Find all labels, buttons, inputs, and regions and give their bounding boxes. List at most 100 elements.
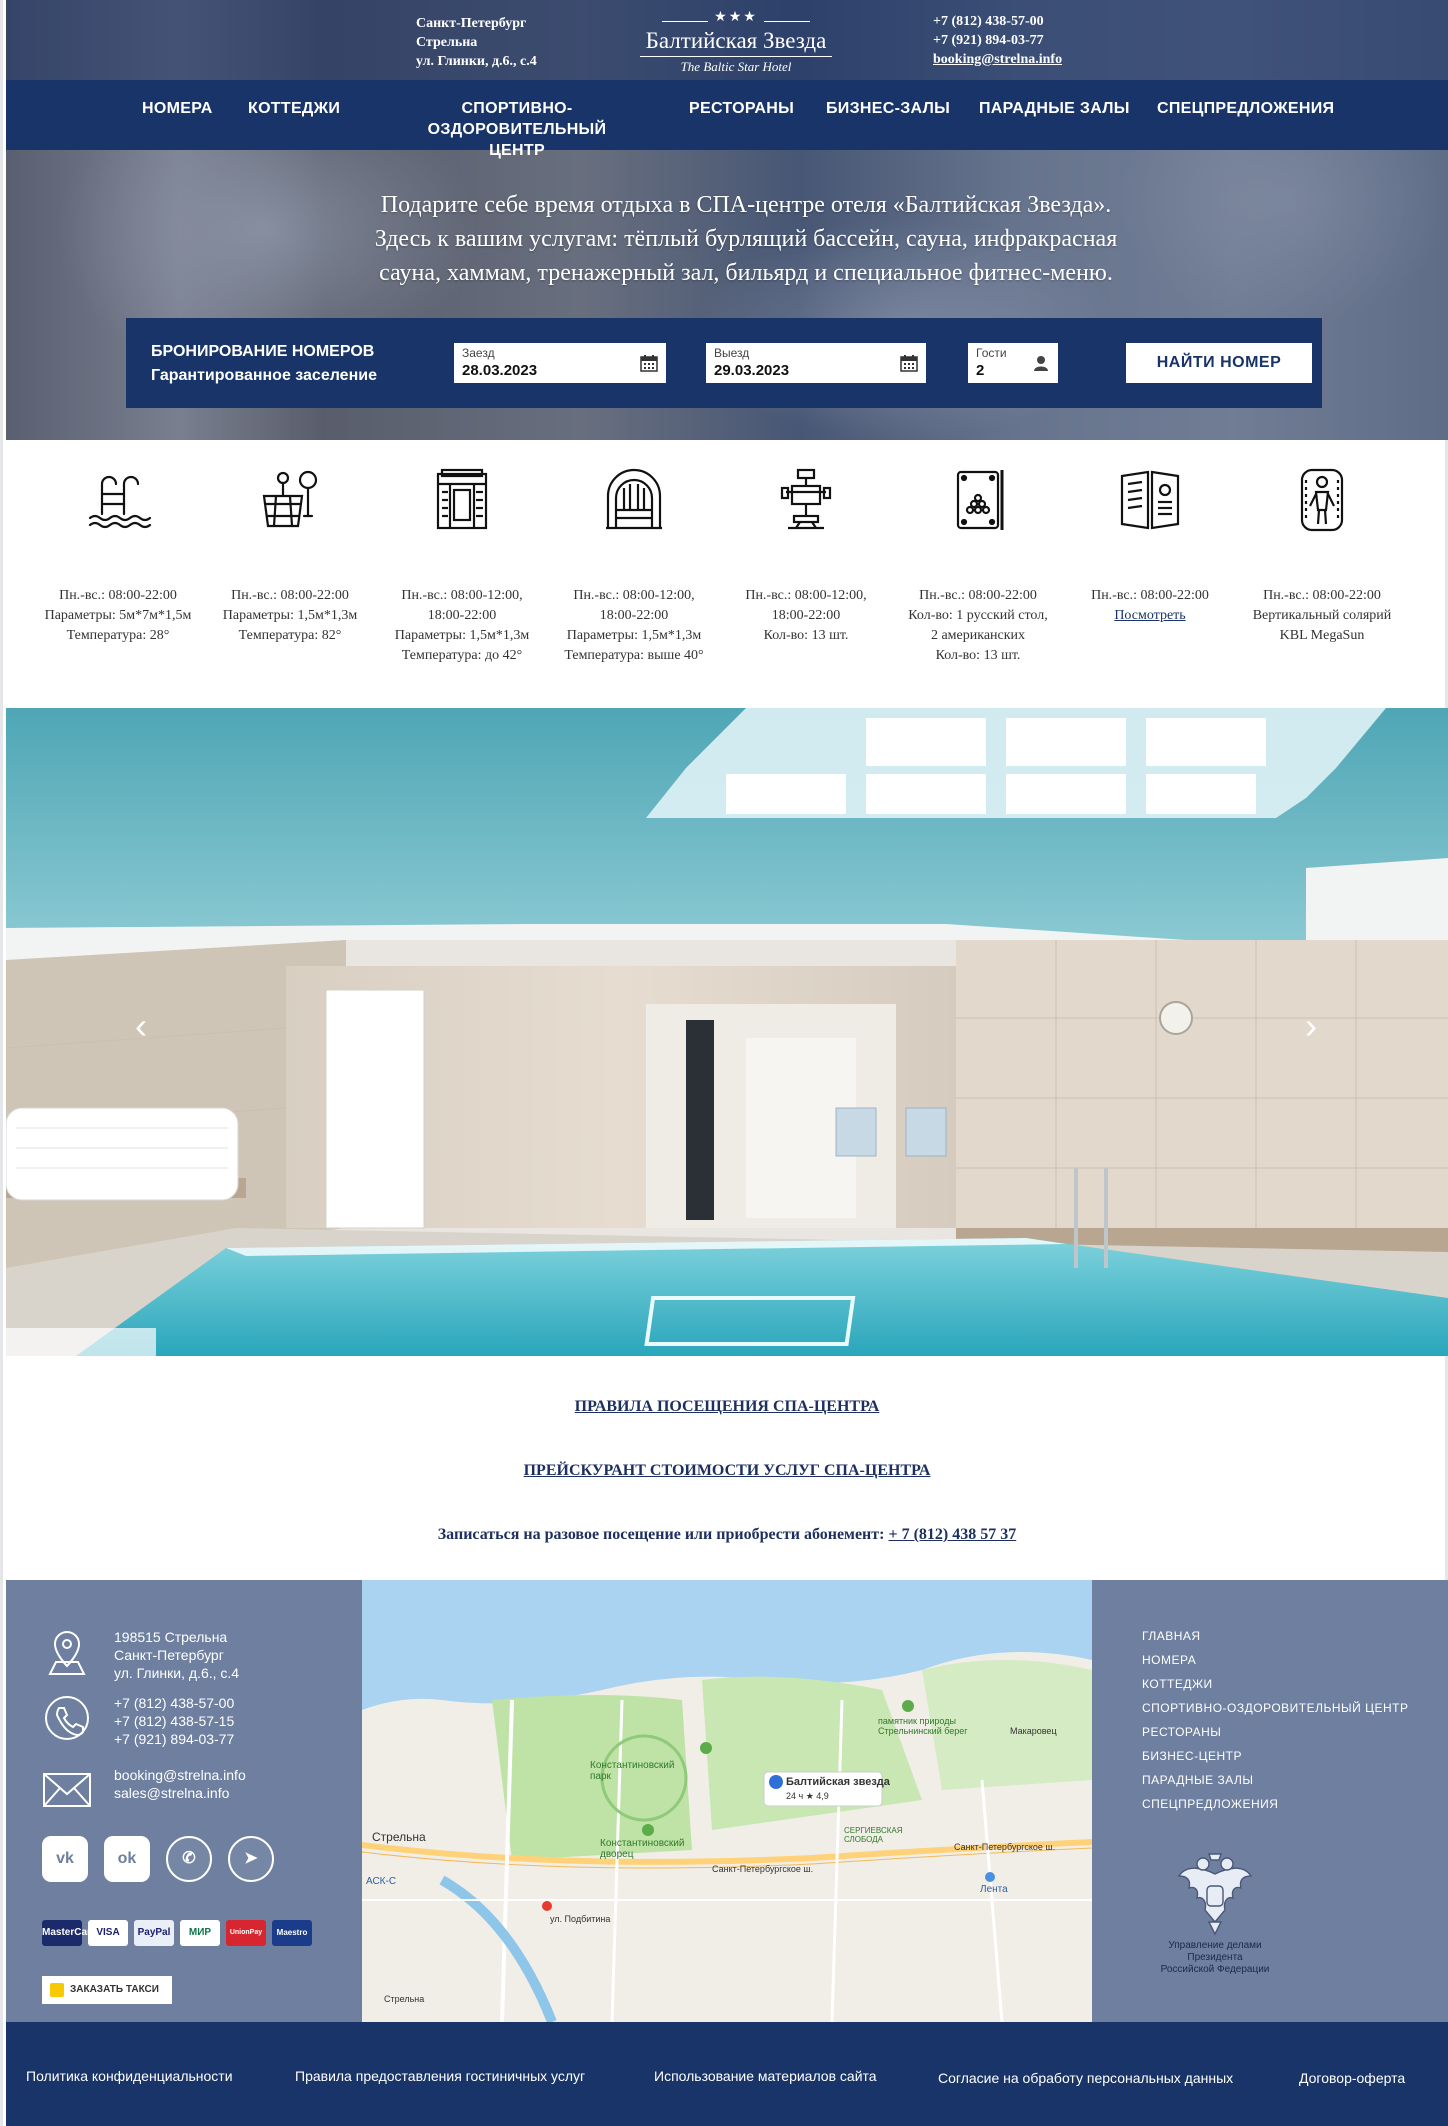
footer-menu-item[interactable]: ГЛАВНАЯ [1142,1624,1409,1648]
logo-name: Балтийская Звезда [640,28,832,57]
service-info: Пн.-вс.: 08:00-12:00, 18:00-22:00 Параме… [376,586,548,666]
checkin-label: Заезд [462,346,495,360]
spa-intro-line: сауна, хаммам, тренажерный зал, бильярд … [379,260,1113,286]
guests-label: Гости [976,346,1007,360]
view-menu-link[interactable]: Посмотреть [1064,606,1236,626]
hotel-logo[interactable]: ★★★ Балтийская Звезда The Baltic Star Ho… [626,8,846,74]
service-line: Параметры: 1,5м*1,3м [566,628,702,643]
signup-text: Записаться на разовое посещение или прио… [437,1526,885,1543]
service-line: Температура: 28° [66,628,170,643]
checkin-value: 28.03.2023 [462,362,538,379]
footer-phone[interactable]: +7 (812) 438-57-15 [114,1712,374,1730]
service-line: Пн.-вс.: 08:00-12:00, [401,588,523,603]
offer-agreement-link[interactable]: Договор-оферта [1299,2070,1405,2086]
vk-icon[interactable]: vk [42,1836,88,1882]
footer-menu-item[interactable]: РЕСТОРАНЫ [1142,1720,1409,1744]
logo-subtitle: The Baltic Star Hotel [680,59,792,74]
map-hotel-rating: 24 ч ★ 4,9 [786,1791,829,1801]
pool-icon [88,475,152,529]
header-phone[interactable]: +7 (921) 894-03-77 [933,31,1062,50]
pool-photo [6,708,1448,1356]
service-line: Пн.-вс.: 08:00-22:00 [59,588,177,603]
privacy-policy-link[interactable]: Политика конфиденциальности [26,2068,233,2084]
nav-item-restaurants[interactable]: РЕСТОРАНЫ [689,98,794,119]
service-line: Температура: до 42° [401,648,523,663]
nav-item-banquet-halls[interactable]: ПАРАДНЫЕ ЗАЛЫ [979,98,1130,119]
nav-item-sport-center-line1: СПОРТИВНО-ОЗДОРОВИТЕЛЬНЫЙ [427,100,607,138]
map-label: памятник природы Стрельнинский берег [878,1716,968,1736]
solarium-icon [1300,468,1344,532]
nav-item-sport-center[interactable]: СПОРТИВНО-ОЗДОРОВИТЕЛЬНЫЙ ЦЕНТР [377,98,657,161]
map-label: Константиновский дворец [600,1838,685,1860]
nav-item-rooms[interactable]: НОМЕРА [142,98,213,119]
footer-menu-item[interactable]: СПЕЦПРЕДЛОЖЕНИЯ [1142,1792,1409,1816]
footer-contacts: 198515 Стрельна Санкт-Петербург ул. Глин… [6,1580,362,2022]
personal-data-consent-link[interactable]: Согласие на обработу персональных данных [938,2070,1233,2086]
nav-item-cottages[interactable]: КОТТЕДЖИ [248,98,340,119]
header-phone[interactable]: +7 (812) 438-57-00 [933,12,1062,31]
footer-menu-item[interactable]: ПАРАДНЫЕ ЗАЛЫ [1142,1768,1409,1792]
telegram-icon[interactable]: ➤ [228,1836,274,1882]
footer-email[interactable]: sales@strelna.info [114,1784,374,1802]
service-line: Пн.-вс.: 08:00-22:00 [1091,588,1209,603]
hotel-rules-link[interactable]: Правила предоставления гостиничных услуг [295,2068,585,2084]
header-address: Санкт-Петербург Стрельна ул. Глинки, д.6… [416,14,537,71]
footer-address-line: ул. Глинки, д.6., с.4 [114,1665,240,1681]
footer-phone[interactable]: +7 (921) 894-03-77 [114,1730,374,1748]
whatsapp-icon[interactable]: ✆ [166,1836,212,1882]
pool-photo-gallery: ‹ › [6,708,1448,1356]
map-canvas [362,1580,1092,2022]
checkout-field[interactable]: Выезд 29.03.2023 [706,343,926,383]
main-nav: НОМЕРА КОТТЕДЖИ СПОРТИВНО-ОЗДОРОВИТЕЛЬНЫ… [6,80,1448,159]
map-label: Санкт-Петербургское ш. [712,1864,814,1874]
service-line: Параметры: 1,5м*1,3м [222,608,358,623]
map-label: Константиновский парк [590,1760,675,1782]
footer-menu-item[interactable]: КОТТЕДЖИ [1142,1672,1409,1696]
booking-subheading: Гарантированное заселение [151,367,377,384]
gallery-prev-arrow-icon[interactable]: ‹ [126,1006,156,1046]
service-line: 18:00-22:00 [771,608,841,623]
footer-phone[interactable]: +7 (812) 438-57-00 [114,1694,374,1712]
map-hotel-label[interactable]: Балтийская звезда [786,1776,890,1788]
order-taxi-button[interactable]: ЗАКАЗАТЬ ТАКСИ [42,1976,172,2004]
spa-pricelist-link[interactable]: ПРЕЙСКУРАНТ СТОИМОСТИ УСЛУГ СПА-ЦЕНТРА [6,1462,1448,1480]
nav-item-special-offers[interactable]: СПЕЦПРЕДЛОЖЕНИЯ [1157,98,1334,119]
paypal-icon: PayPal [134,1920,174,1946]
booking-form: БРОНИРОВАНИЕ НОМЕРОВ Гарантированное зас… [126,318,1322,408]
find-room-button[interactable]: НАЙТИ НОМЕР [1126,343,1312,383]
footer-email[interactable]: booking@strelna.info [114,1766,374,1784]
checkin-field[interactable]: Заезд 28.03.2023 [454,343,666,383]
service-line: KBL MegaSun [1279,628,1365,643]
materials-use-link[interactable]: Использование материалов сайта [654,2068,877,2084]
booking-title: БРОНИРОВАНИЕ НОМЕРОВ Гарантированное зас… [151,340,377,388]
footer-menu-item[interactable]: НОМЕРА [1142,1648,1409,1672]
billiard-icon [956,470,1004,530]
page: Санкт-Петербург Стрельна ул. Глинки, д.6… [0,0,1448,2126]
guests-field[interactable]: Гости 2 [968,343,1058,383]
calendar-icon[interactable] [640,354,658,372]
signup-line: Записаться на разовое посещение или прио… [6,1526,1448,1544]
unionpay-icon: UnionPay [226,1920,266,1946]
service-info: Пн.-вс.: 08:00-12:00, 18:00-22:00 Параме… [548,586,720,666]
service-line: 18:00-22:00 [427,608,497,623]
footer-menu: ГЛАВНАЯ НОМЕРА КОТТЕДЖИ СПОРТИВНО-ОЗДОРО… [1142,1624,1409,1816]
gallery-next-arrow-icon[interactable]: › [1296,1006,1326,1046]
spa-rules-link[interactable]: ПРАВИЛА ПОСЕЩЕНИЯ СПА-ЦЕНТРА [6,1398,1448,1416]
nav-item-business-halls[interactable]: БИЗНЕС-ЗАЛЫ [826,98,950,119]
footer-menu-item[interactable]: СПОРТИВНО-ОЗДОРОВИТЕЛЬНЫЙ ЦЕНТР [1142,1696,1409,1720]
signup-phone-link[interactable]: + 7 (812) 438 57 37 [888,1526,1016,1543]
calendar-icon[interactable] [900,354,918,372]
footer-menu-item[interactable]: БИЗНЕС-ЦЕНТР [1142,1744,1409,1768]
footer: 198515 Стрельна Санкт-Петербург ул. Глин… [6,1580,1448,2022]
header-address-line: ул. Глинки, д.6., с.4 [416,54,537,69]
hero-section: Санкт-Петербург Стрельна ул. Глинки, д.6… [6,0,1448,440]
checkout-label: Выезд [714,346,750,360]
emblem-text: Российской Федерации [1160,1964,1270,1975]
gym-machine-icon [780,468,832,530]
service-line: Температура: 82° [238,628,342,643]
emblem-text: Президента [1187,1952,1243,1963]
location-map[interactable]: Балтийская звезда 24 ч ★ 4,9 Стрельна Ко… [362,1580,1092,2022]
header-email-link[interactable]: booking@strelna.info [933,50,1062,69]
service-line: Параметры: 1,5м*1,3м [394,628,530,643]
odnoklassniki-icon[interactable]: ok [104,1836,150,1882]
